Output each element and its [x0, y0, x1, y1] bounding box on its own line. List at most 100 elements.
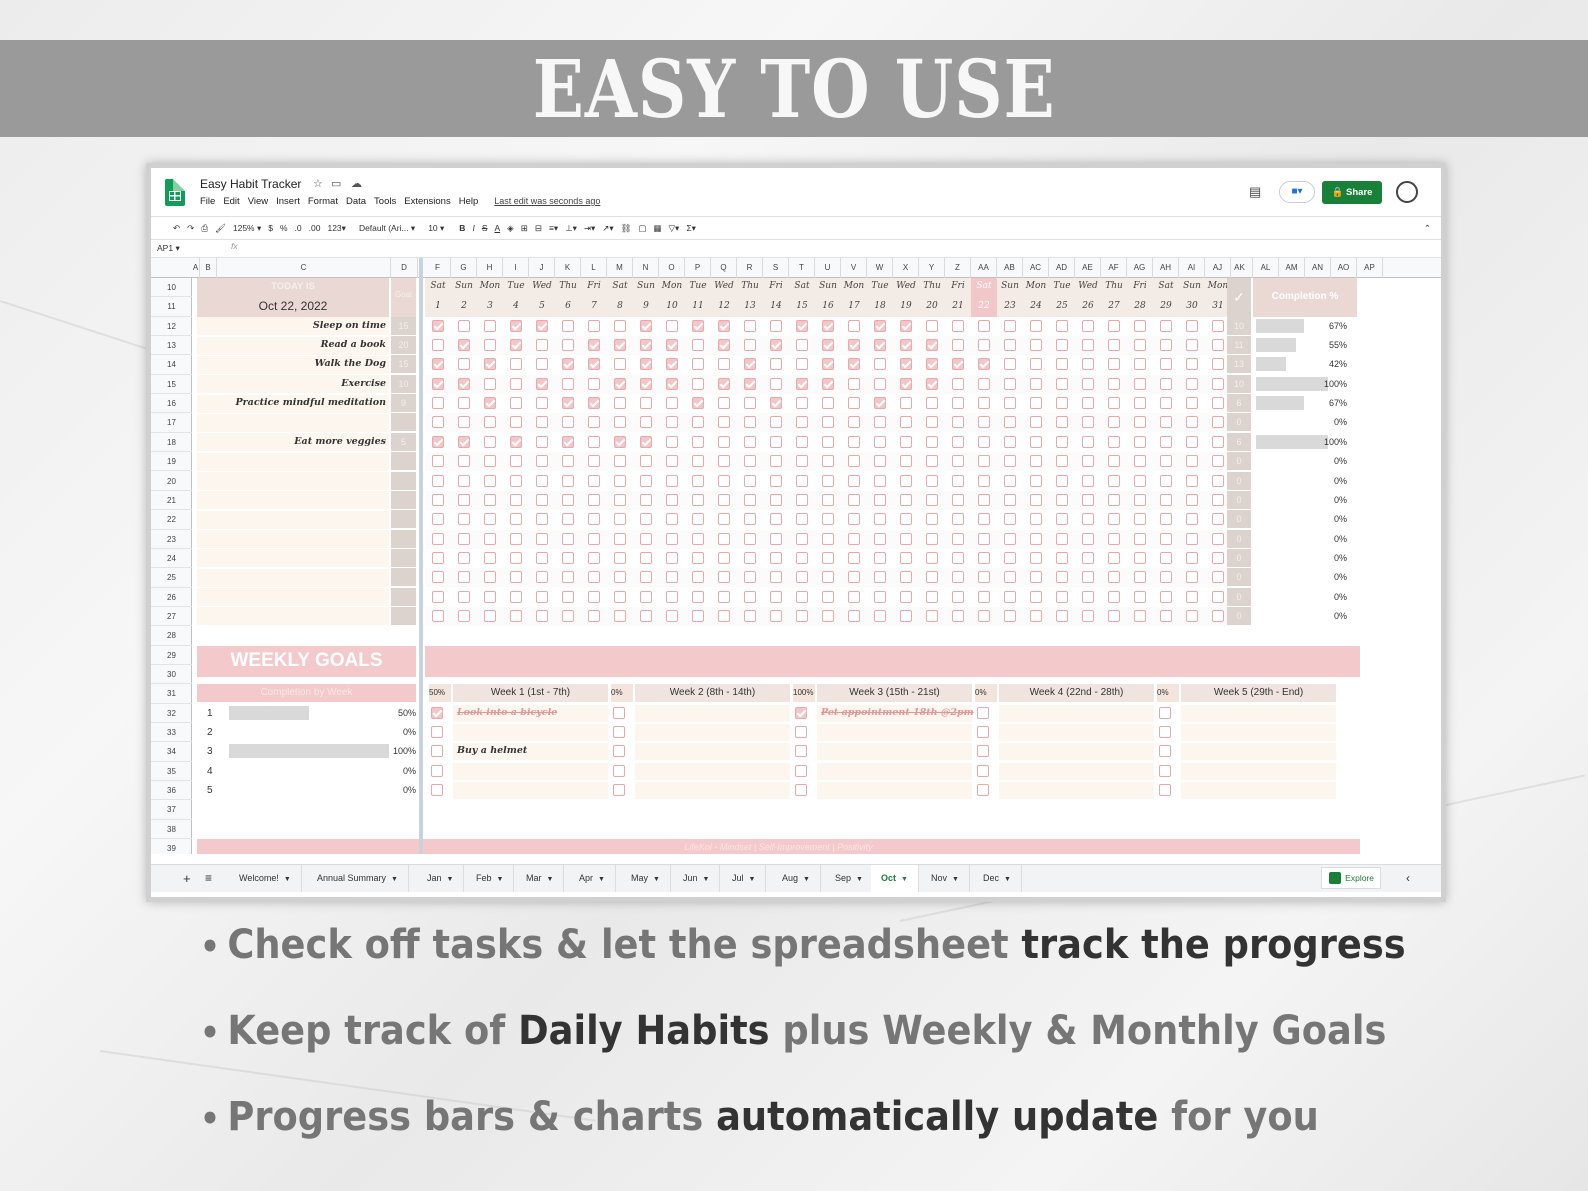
- habit-checkbox[interactable]: [484, 493, 496, 506]
- row-header-25[interactable]: 25: [151, 568, 192, 588]
- habit-checkbox[interactable]: [1004, 474, 1016, 487]
- habit-checkbox[interactable]: [848, 319, 860, 332]
- habit-checkbox[interactable]: [1108, 339, 1120, 352]
- habit-checkbox[interactable]: [588, 435, 600, 448]
- habit-checkbox[interactable]: [874, 416, 886, 429]
- column-header-ak[interactable]: AK: [1227, 258, 1253, 278]
- habit-checkbox[interactable]: [874, 397, 886, 410]
- habit-checkbox[interactable]: [900, 397, 912, 410]
- habit-checkbox[interactable]: [432, 339, 444, 352]
- habit-checkbox[interactable]: [1030, 513, 1042, 526]
- habit-checkbox[interactable]: [926, 551, 938, 564]
- habit-checkbox[interactable]: [1108, 397, 1120, 410]
- habit-checkbox[interactable]: [614, 474, 626, 487]
- habit-checkbox[interactable]: [1186, 532, 1198, 545]
- weekly-goal-checkbox[interactable]: [431, 706, 443, 719]
- column-header-ag[interactable]: AG: [1127, 258, 1153, 278]
- habit-goal[interactable]: 15: [391, 355, 416, 374]
- habit-checkbox[interactable]: [926, 474, 938, 487]
- horizontal-align-icon[interactable]: ≡▾: [549, 223, 558, 234]
- column-header-aa[interactable]: AA: [971, 258, 997, 278]
- habit-checkbox[interactable]: [614, 590, 626, 603]
- weekly-goal-checkbox[interactable]: [613, 726, 625, 739]
- habit-checkbox[interactable]: [1212, 416, 1224, 429]
- tab-annualsummary[interactable]: Annual Summary ▼: [307, 865, 409, 892]
- habit-checkbox[interactable]: [1004, 590, 1016, 603]
- habit-checkbox[interactable]: [666, 319, 678, 332]
- habit-checkbox[interactable]: [458, 377, 470, 390]
- habit-checkbox[interactable]: [640, 455, 652, 468]
- habit-checkbox[interactable]: [744, 416, 756, 429]
- habit-checkbox[interactable]: [1160, 455, 1172, 468]
- row-header-17[interactable]: 17: [151, 413, 192, 433]
- weekly-goal-checkbox[interactable]: [977, 764, 989, 777]
- column-header-ao[interactable]: AO: [1331, 258, 1357, 278]
- star-icon[interactable]: ☆: [313, 177, 323, 190]
- habit-checkbox[interactable]: [536, 493, 548, 506]
- column-header-q[interactable]: Q: [711, 258, 737, 278]
- weekly-goal-checkbox[interactable]: [977, 784, 989, 797]
- habit-checkbox[interactable]: [718, 532, 730, 545]
- habit-checkbox[interactable]: [666, 513, 678, 526]
- row-header-19[interactable]: 19: [151, 452, 192, 472]
- habit-checkbox[interactable]: [822, 339, 834, 352]
- habit-checkbox[interactable]: [1082, 513, 1094, 526]
- habit-checkbox[interactable]: [692, 397, 704, 410]
- habit-checkbox[interactable]: [900, 551, 912, 564]
- habit-checkbox[interactable]: [666, 435, 678, 448]
- column-header-n[interactable]: N: [633, 258, 659, 278]
- habit-checkbox[interactable]: [1082, 609, 1094, 622]
- habit-checkbox[interactable]: [822, 377, 834, 390]
- habit-checkbox[interactable]: [536, 474, 548, 487]
- habit-checkbox[interactable]: [848, 513, 860, 526]
- habit-checkbox[interactable]: [614, 416, 626, 429]
- insert-chart-icon[interactable]: ▦: [653, 223, 661, 234]
- habit-checkbox[interactable]: [1030, 339, 1042, 352]
- habit-checkbox[interactable]: [770, 532, 782, 545]
- habit-checkbox[interactable]: [978, 377, 990, 390]
- habit-checkbox[interactable]: [588, 513, 600, 526]
- habit-checkbox[interactable]: [796, 474, 808, 487]
- habit-checkbox[interactable]: [432, 571, 444, 584]
- habit-checkbox[interactable]: [484, 397, 496, 410]
- habit-checkbox[interactable]: [640, 416, 652, 429]
- habit-checkbox[interactable]: [458, 319, 470, 332]
- freeze-divider[interactable]: [419, 258, 423, 854]
- habit-checkbox[interactable]: [588, 493, 600, 506]
- habit-checkbox[interactable]: [848, 397, 860, 410]
- habit-checkbox[interactable]: [718, 455, 730, 468]
- habit-goal[interactable]: [391, 413, 416, 432]
- habit-checkbox[interactable]: [822, 609, 834, 622]
- habit-checkbox[interactable]: [900, 435, 912, 448]
- habit-checkbox[interactable]: [640, 571, 652, 584]
- column-header-m[interactable]: M: [607, 258, 633, 278]
- name-box[interactable]: AP1 ▾: [157, 243, 180, 254]
- habit-checkbox[interactable]: [614, 377, 626, 390]
- habit-checkbox[interactable]: [666, 416, 678, 429]
- habit-checkbox[interactable]: [666, 532, 678, 545]
- habit-checkbox[interactable]: [692, 590, 704, 603]
- habit-checkbox[interactable]: [1212, 551, 1224, 564]
- habit-checkbox[interactable]: [744, 609, 756, 622]
- habit-checkbox[interactable]: [562, 532, 574, 545]
- habit-checkbox[interactable]: [770, 416, 782, 429]
- weekly-goal-checkbox[interactable]: [1159, 706, 1171, 719]
- habit-checkbox[interactable]: [536, 609, 548, 622]
- weekly-goal-checkbox[interactable]: [795, 784, 807, 797]
- habit-checkbox[interactable]: [952, 377, 964, 390]
- habit-checkbox[interactable]: [848, 435, 860, 448]
- share-button[interactable]: 🔒 Share: [1322, 181, 1382, 204]
- habit-name[interactable]: [197, 510, 389, 528]
- habit-checkbox[interactable]: [562, 319, 574, 332]
- habit-checkbox[interactable]: [718, 339, 730, 352]
- habit-checkbox[interactable]: [536, 377, 548, 390]
- column-header-t[interactable]: T: [789, 258, 815, 278]
- habit-checkbox[interactable]: [978, 493, 990, 506]
- weekly-goal-checkbox[interactable]: [795, 726, 807, 739]
- habit-checkbox[interactable]: [562, 493, 574, 506]
- habit-checkbox[interactable]: [770, 397, 782, 410]
- habit-checkbox[interactable]: [692, 609, 704, 622]
- habit-name[interactable]: [197, 413, 389, 431]
- habit-checkbox[interactable]: [1056, 377, 1068, 390]
- habit-checkbox[interactable]: [1030, 435, 1042, 448]
